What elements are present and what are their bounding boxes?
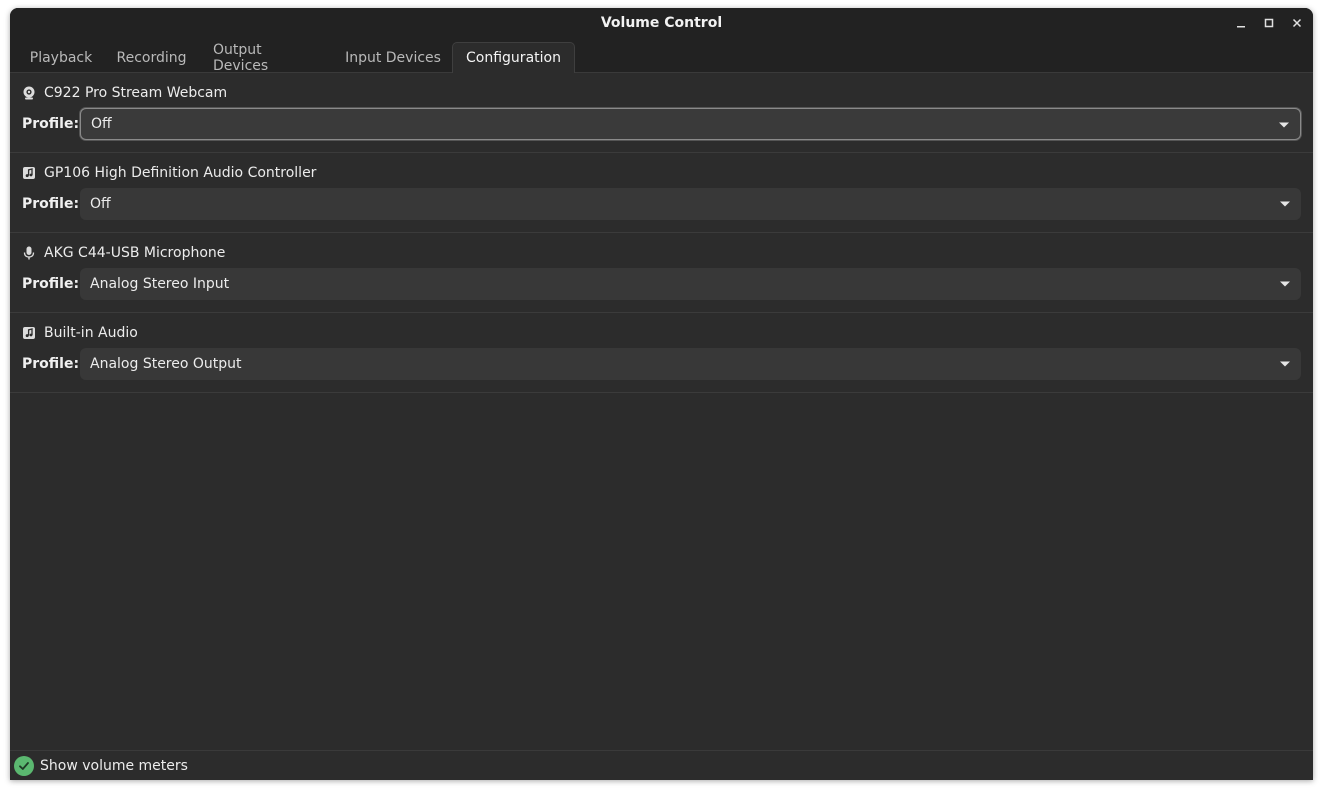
profile-row: Profile: Off: [22, 188, 1301, 220]
footer-bar: Show volume meters: [10, 750, 1313, 780]
profile-label: Profile:: [22, 356, 80, 372]
tab-label: Playback: [29, 49, 93, 66]
profile-value: Off: [91, 116, 112, 132]
device-card: Built-in Audio Profile: Analog Stereo Ou…: [10, 313, 1313, 393]
profile-row: Profile: Off: [22, 108, 1301, 140]
device-name: AKG C44-USB Microphone: [44, 245, 226, 261]
profile-row: Profile: Analog Stereo Output: [22, 348, 1301, 380]
profile-dropdown[interactable]: Off: [80, 108, 1301, 140]
window-title: Volume Control: [600, 15, 723, 31]
device-header: C922 Pro Stream Webcam: [22, 84, 227, 102]
device-name: Built-in Audio: [44, 325, 138, 341]
minimize-button[interactable]: [1231, 13, 1251, 33]
audio-card-icon: [22, 326, 36, 340]
profile-label: Profile:: [22, 116, 80, 132]
volume-control-window: Volume Control Playback Recording Output…: [10, 8, 1313, 780]
profile-row: Profile: Analog Stereo Input: [22, 268, 1301, 300]
profile-value: Analog Stereo Input: [90, 276, 230, 292]
tab-label: Recording: [116, 49, 187, 66]
microphone-icon: [22, 246, 36, 260]
device-card: C922 Pro Stream Webcam Profile: Off: [10, 73, 1313, 153]
chevron-down-icon: [1280, 201, 1290, 207]
show-meters-checkbox[interactable]: [14, 755, 34, 776]
profile-value: Analog Stereo Output: [90, 356, 242, 372]
maximize-icon: [1264, 18, 1274, 28]
configuration-panel: C922 Pro Stream Webcam Profile: Off GP10…: [10, 73, 1313, 750]
tab-label: Output Devices: [213, 41, 269, 74]
profile-dropdown[interactable]: Off: [80, 188, 1301, 220]
device-card: AKG C44-USB Microphone Profile: Analog S…: [10, 233, 1313, 313]
device-name: GP106 High Definition Audio Controller: [44, 165, 317, 181]
profile-label: Profile:: [22, 196, 80, 212]
show-meters-label[interactable]: Show volume meters: [40, 758, 188, 774]
tab-recording[interactable]: Recording: [106, 42, 197, 73]
profile-label: Profile:: [22, 276, 80, 292]
audio-card-icon: [22, 166, 36, 180]
device-name: C922 Pro Stream Webcam: [44, 85, 228, 101]
tab-output-devices[interactable]: Output Devices: [201, 41, 330, 74]
device-header: AKG C44-USB Microphone: [22, 244, 225, 262]
titlebar[interactable]: Volume Control: [10, 8, 1313, 38]
profile-dropdown[interactable]: Analog Stereo Input: [80, 268, 1301, 300]
tab-label: Configuration: [466, 50, 561, 66]
device-header: GP106 High Definition Audio Controller: [22, 164, 316, 182]
window-controls: [1231, 13, 1307, 33]
chevron-down-icon: [1279, 122, 1289, 128]
maximize-button[interactable]: [1259, 13, 1279, 33]
tab-label: Input Devices: [345, 49, 441, 66]
close-button[interactable]: [1287, 13, 1307, 33]
tab-configuration[interactable]: Configuration: [452, 42, 575, 73]
chevron-down-icon: [1280, 361, 1290, 367]
tab-input-devices[interactable]: Input Devices: [333, 42, 453, 73]
close-icon: [1292, 18, 1302, 28]
chevron-down-icon: [1280, 281, 1290, 287]
checkmark-icon: [19, 761, 29, 770]
profile-value: Off: [90, 196, 111, 212]
webcam-icon: [22, 86, 36, 100]
device-card: GP106 High Definition Audio Controller P…: [10, 153, 1313, 233]
tab-playback[interactable]: Playback: [19, 42, 103, 73]
device-header: Built-in Audio: [22, 324, 138, 342]
minimize-icon: [1237, 26, 1245, 28]
tab-bar: Playback Recording Output Devices Input …: [10, 38, 1313, 74]
profile-dropdown[interactable]: Analog Stereo Output: [80, 348, 1301, 380]
